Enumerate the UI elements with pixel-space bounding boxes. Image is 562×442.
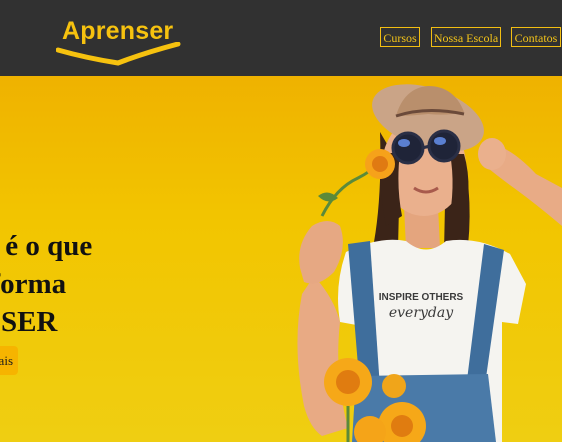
hero-photo: INSPIRE OTHERS everyday xyxy=(297,84,562,442)
logo-swoosh-icon xyxy=(56,42,181,66)
nav-contatos[interactable]: Contatos xyxy=(511,27,561,47)
nav-cursos[interactable]: Cursos xyxy=(380,27,420,47)
hero-title-line-2: transforma xyxy=(0,268,67,300)
hero-title-line-3: nosso SER xyxy=(0,306,58,338)
hero-title: Saber é o que transforma nosso SER xyxy=(0,227,196,341)
shirt-text-2: everyday xyxy=(389,305,454,321)
nav-nossa-escola[interactable]: Nossa Escola xyxy=(431,27,501,47)
cta-button[interactable]: Saiba mais xyxy=(0,346,18,375)
hero-title-line-1: Saber é o que xyxy=(0,230,93,262)
shirt-text-1: INSPIRE OTHERS xyxy=(379,292,464,303)
site-header: Aprenser Cursos Nossa Escola Contatos xyxy=(0,0,562,76)
brand-logo[interactable]: Aprenser xyxy=(56,16,182,70)
hero-section: Saber é o que transforma nosso SER Saiba… xyxy=(0,76,562,442)
